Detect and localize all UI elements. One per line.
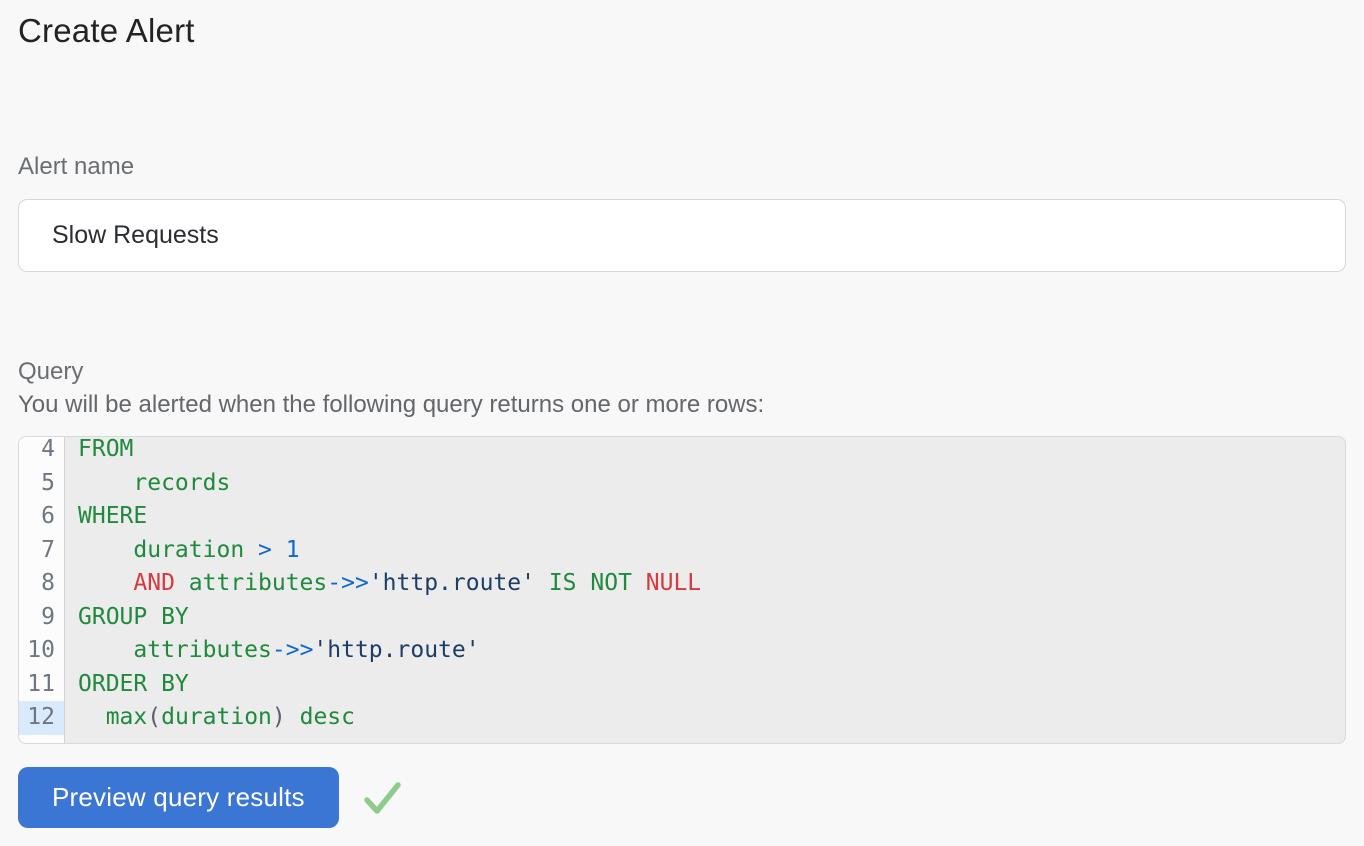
code-token: duration (78, 537, 258, 563)
page-title: Create Alert (18, 0, 1346, 52)
code-line: duration > 1 (78, 534, 1345, 568)
line-number: 11 (19, 668, 64, 702)
alert-name-input[interactable] (18, 199, 1346, 272)
code-token: WHERE (78, 503, 147, 529)
code-token: 'http.route' (313, 637, 479, 663)
code-line: AND attributes->>'http.route' IS NOT NUL… (78, 567, 1345, 601)
sql-query-editor[interactable]: 456789101112 FROM records WHERE duration … (18, 436, 1346, 744)
line-number: 9 (19, 601, 64, 635)
code-line: FROM (78, 436, 1345, 467)
code-line: max(duration) desc (78, 701, 1345, 735)
code-token: ->> (327, 570, 369, 596)
code-line: records (78, 467, 1345, 501)
code-line: ORDER BY (78, 668, 1345, 702)
alert-name-label: Alert name (18, 152, 1346, 182)
line-number: 4 (19, 436, 64, 467)
check-icon (361, 778, 403, 818)
code-line: attributes->>'http.route' (78, 634, 1345, 668)
editor-gutter: 456789101112 (19, 436, 65, 743)
line-number: 7 (19, 534, 64, 568)
code-token: > 1 (258, 537, 300, 563)
line-number: 8 (19, 567, 64, 601)
line-number: 6 (19, 500, 64, 534)
code-token: IS NOT (535, 570, 632, 596)
code-token: ORDER BY (78, 671, 189, 697)
line-number-active: 12 (19, 701, 64, 735)
code-token: attributes (175, 570, 327, 596)
code-token: ( (147, 704, 161, 730)
code-token: desc (286, 704, 355, 730)
actions-row: Preview query results (18, 767, 1346, 828)
editor-code[interactable]: FROM records WHERE duration > 1 AND attri… (65, 436, 1345, 743)
code-token: attributes (78, 637, 272, 663)
code-token: ) (272, 704, 286, 730)
code-token: 'http.route' (369, 570, 535, 596)
code-token: GROUP BY (78, 604, 189, 630)
query-label: Query (18, 356, 1346, 388)
code-token: FROM (78, 436, 133, 462)
code-token: duration (161, 704, 272, 730)
query-description: You will be alerted when the following q… (18, 388, 1346, 422)
code-token: NULL (632, 570, 701, 596)
code-line: GROUP BY (78, 601, 1345, 635)
create-alert-page: Create Alert Alert name Query You will b… (0, 0, 1364, 828)
code-token: records (78, 470, 230, 496)
code-token: max (78, 704, 147, 730)
preview-query-button[interactable]: Preview query results (18, 767, 339, 828)
code-token: AND (78, 570, 175, 596)
line-number: 10 (19, 634, 64, 668)
code-line: WHERE (78, 500, 1345, 534)
code-token: ->> (272, 637, 314, 663)
line-number: 5 (19, 467, 64, 501)
